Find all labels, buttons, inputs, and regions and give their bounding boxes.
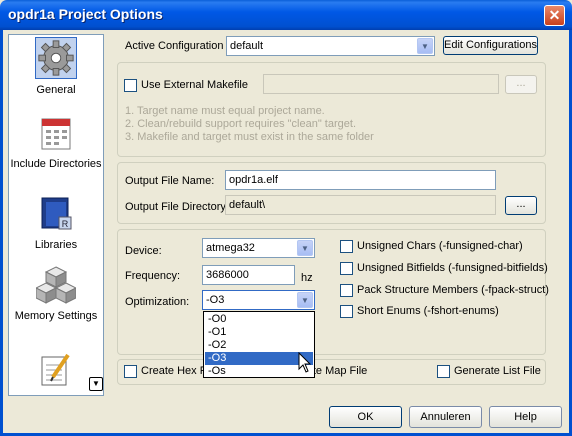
cubes-icon xyxy=(36,266,76,304)
cancel-button[interactable]: Annuleren xyxy=(409,406,482,428)
output-file-directory-input[interactable]: default\ xyxy=(225,195,496,215)
help-button[interactable]: Help xyxy=(489,406,562,428)
unsigned-chars-checkbox[interactable] xyxy=(340,240,353,253)
sidebar-item-label: Memory Settings xyxy=(14,310,98,322)
makefile-note: 3. Makefile and target must exist in the… xyxy=(125,131,374,143)
sidebar-item-label: General xyxy=(36,84,76,96)
device-value: atmega32 xyxy=(206,242,255,254)
dropdown-option-o1[interactable]: -O1 xyxy=(205,326,313,339)
window-title: opdr1a Project Options xyxy=(8,6,163,22)
calendar-icon xyxy=(41,118,71,150)
dropdown-option-o2[interactable]: -O2 xyxy=(205,339,313,352)
edit-configurations-button[interactable]: Edit Configurations xyxy=(443,36,538,55)
optimization-select[interactable]: -O3 ▼ xyxy=(202,290,315,310)
sidebar-item-include-directories[interactable]: Include Directories xyxy=(9,115,103,171)
dropdown-option-o0[interactable]: -O0 xyxy=(205,313,313,326)
frequency-unit: hz xyxy=(301,272,313,284)
device-select[interactable]: atmega32 ▼ xyxy=(202,238,315,258)
chevron-down-icon: ▼ xyxy=(297,292,313,308)
dropdown-option-o3[interactable]: -O3 xyxy=(205,352,313,365)
sidebar-scroll-down-button[interactable]: ▼ xyxy=(89,377,103,391)
books-icon: R xyxy=(41,197,72,230)
dropdown-option-os[interactable]: -Os xyxy=(205,365,313,378)
makefile-note: 2. Clean/rebuild support requires "clean… xyxy=(125,118,356,130)
sidebar-item-libraries[interactable]: R Libraries xyxy=(9,195,103,252)
sidebar-item-memory-settings[interactable]: Memory Settings xyxy=(9,265,103,323)
active-configuration-value: default xyxy=(230,40,264,52)
pack-structure-members-checkbox[interactable] xyxy=(340,284,353,297)
notepad-icon xyxy=(41,353,70,386)
output-file-name-label: Output File Name: xyxy=(125,175,215,187)
output-file-directory-value: default\ xyxy=(229,199,266,211)
unsigned-bitfields-label: Unsigned Bitfields (-funsigned-bitfields… xyxy=(357,262,548,274)
makefile-browse-button[interactable]: ... xyxy=(505,75,537,94)
unsigned-chars-label: Unsigned Chars (-funsigned-char) xyxy=(357,240,523,252)
output-directory-browse-button[interactable]: ... xyxy=(505,196,537,215)
sidebar-item-label: Libraries xyxy=(34,239,78,251)
svg-text:R: R xyxy=(62,219,69,229)
pack-structure-members-label: Pack Structure Members (-fpack-struct) xyxy=(357,284,549,296)
short-enums-label: Short Enums (-fshort-enums) xyxy=(357,305,499,317)
category-sidebar: General Include Directories R Libraries … xyxy=(8,34,104,396)
unsigned-bitfields-checkbox[interactable] xyxy=(340,262,353,275)
frequency-label: Frequency: xyxy=(125,270,181,282)
use-external-makefile-checkbox[interactable] xyxy=(124,79,137,92)
makefile-path-input[interactable] xyxy=(263,74,499,94)
makefile-note: 1. Target name must equal project name. xyxy=(125,105,325,117)
generate-list-file-label: Generate List File xyxy=(454,365,541,377)
ok-button[interactable]: OK xyxy=(329,406,402,428)
close-button[interactable]: ✕ xyxy=(544,5,565,26)
device-label: Device: xyxy=(125,245,162,257)
active-configuration-select[interactable]: default ▼ xyxy=(226,36,435,56)
active-configuration-label: Active Configuration xyxy=(125,40,224,52)
optimization-value: -O3 xyxy=(206,294,225,306)
output-file-directory-label: Output File Directory: xyxy=(125,201,229,213)
gear-icon xyxy=(35,37,77,79)
sidebar-item-label: Include Directories xyxy=(10,158,102,170)
triangle-down-icon: ▼ xyxy=(92,379,100,388)
mouse-cursor-icon xyxy=(298,352,312,373)
chevron-down-icon: ▼ xyxy=(417,38,433,54)
frequency-input[interactable]: 3686000 xyxy=(202,265,295,285)
use-external-makefile-label: Use External Makefile xyxy=(141,79,248,91)
create-hex-file-checkbox[interactable] xyxy=(124,365,137,378)
short-enums-checkbox[interactable] xyxy=(340,305,353,318)
close-icon: ✕ xyxy=(548,7,561,23)
output-file-name-value: opdr1a.elf xyxy=(229,174,278,186)
sidebar-item-general[interactable]: General xyxy=(9,37,103,97)
generate-list-file-checkbox[interactable] xyxy=(437,365,450,378)
chevron-down-icon: ▼ xyxy=(297,240,313,256)
frequency-value: 3686000 xyxy=(206,269,249,281)
output-file-name-input[interactable]: opdr1a.elf xyxy=(225,170,496,190)
optimization-label: Optimization: xyxy=(125,296,190,308)
